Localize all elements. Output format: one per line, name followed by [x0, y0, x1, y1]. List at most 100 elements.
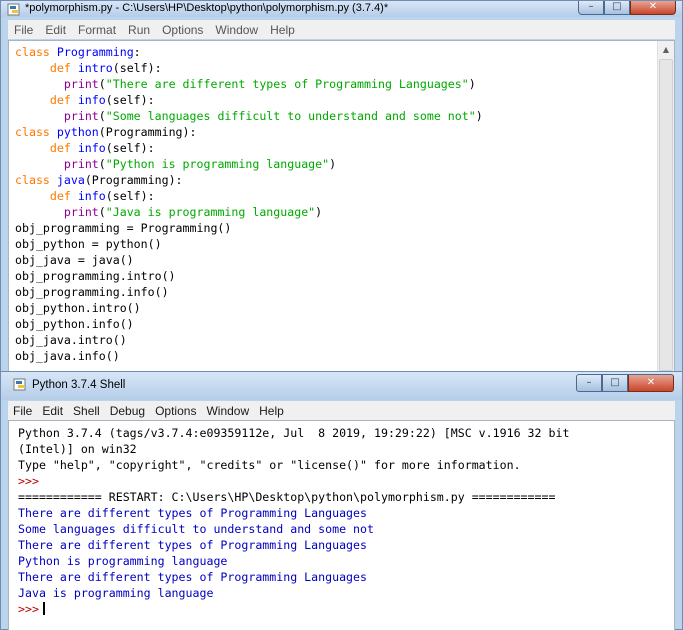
python-idle-icon: [13, 378, 26, 391]
code-line: def info(self):: [15, 92, 483, 108]
code-token: Type "help", "copyright", "credits" or "…: [18, 458, 521, 472]
code-token: print: [63, 77, 99, 91]
code-token: Programming: [56, 45, 134, 59]
code-line: def info(self):: [15, 188, 483, 204]
scrollbar-thumb[interactable]: [659, 59, 673, 371]
editor-titlebar[interactable]: *polymorphism.py - C:\Users\HP\Desktop\p…: [1, 1, 682, 17]
code-token: (: [98, 205, 106, 219]
code-token: def: [49, 61, 78, 75]
shell-menubar: File Edit Shell Debug Options Window Help: [8, 401, 675, 420]
code-token: class: [15, 125, 57, 139]
code-token: obj_programming = Programming(): [15, 221, 232, 235]
scroll-up-arrow-icon[interactable]: ▲: [658, 42, 674, 58]
editor-window: *polymorphism.py - C:\Users\HP\Desktop\p…: [0, 0, 683, 373]
shell-line: (Intel)] on win32: [18, 441, 569, 457]
code-token: print: [63, 109, 99, 123]
shell-menu-file[interactable]: File: [8, 404, 37, 418]
code-token: intro: [77, 61, 113, 75]
shell-line: There are different types of Programming…: [18, 537, 569, 553]
code-token: obj_programming.info(): [15, 285, 169, 299]
code-line: obj_programming = Programming(): [15, 220, 483, 236]
code-token: :: [133, 45, 141, 59]
code-token: print: [63, 205, 99, 219]
minimize-button[interactable]: –: [578, 1, 604, 15]
code-token: (Programming):: [84, 173, 183, 187]
code-token: ============ RESTART: C:\Users\HP\Deskto…: [18, 490, 556, 504]
code-line: obj_programming.info(): [15, 284, 483, 300]
code-line: print("There are different types of Prog…: [15, 76, 483, 92]
code-line: print("Python is programming language"): [15, 156, 483, 172]
text-cursor: [42, 602, 45, 615]
code-line: obj_python.info(): [15, 316, 483, 332]
shell-text-area[interactable]: Python 3.7.4 (tags/v3.7.4:e09359112e, Ju…: [8, 420, 675, 630]
close-button[interactable]: ✕: [628, 374, 674, 392]
code-token: >>>: [18, 474, 39, 488]
editor-vertical-scrollbar[interactable]: ▲: [657, 41, 674, 372]
code-token: obj_programming.intro(): [15, 269, 176, 283]
code-line: obj_python = python(): [15, 236, 483, 252]
code-token: (Intel)] on win32: [18, 442, 137, 456]
editor-code[interactable]: class Programming: def intro(self): prin…: [15, 44, 483, 364]
shell-line: Java is programming language: [18, 585, 569, 601]
editor-text-area[interactable]: class Programming: def intro(self): prin…: [8, 40, 675, 373]
shell-titlebar[interactable]: Python 3.7.4 Shell – □ ✕: [1, 372, 682, 400]
shell-menu-window[interactable]: Window: [201, 404, 254, 418]
shell-menu-options[interactable]: Options: [150, 404, 201, 418]
editor-window-title: *polymorphism.py - C:\Users\HP\Desktop\p…: [25, 2, 389, 14]
shell-window: Python 3.7.4 Shell – □ ✕ File Edit Shell De…: [0, 371, 683, 630]
python-idle-icon: [7, 3, 20, 16]
code-token: ): [475, 109, 483, 123]
code-token: obj_python.info(): [15, 317, 134, 331]
code-line: class Programming:: [15, 44, 483, 60]
code-token: class: [15, 173, 57, 187]
code-token: Java is programming language: [18, 586, 214, 600]
editor-menu-file[interactable]: File: [8, 23, 39, 37]
code-token: obj_python.intro(): [15, 301, 141, 315]
code-line: def info(self):: [15, 140, 483, 156]
code-token: "There are different types of Programmin…: [105, 77, 469, 91]
code-token: "Java is programming language": [105, 205, 316, 219]
minimize-button[interactable]: –: [576, 374, 602, 392]
maximize-button[interactable]: □: [604, 1, 630, 15]
editor-menu-format[interactable]: Format: [72, 23, 122, 37]
shell-line: Python is programming language: [18, 553, 569, 569]
shell-output[interactable]: Python 3.7.4 (tags/v3.7.4:e09359112e, Ju…: [18, 425, 569, 617]
code-token: def: [49, 93, 78, 107]
editor-menu-run[interactable]: Run: [122, 23, 156, 37]
code-token: obj_java = java(): [15, 253, 134, 267]
shell-line: There are different types of Programming…: [18, 505, 569, 521]
maximize-button[interactable]: □: [602, 374, 628, 392]
editor-caption-buttons: – □ ✕: [578, 1, 676, 15]
editor-menu-edit[interactable]: Edit: [39, 23, 72, 37]
code-line: obj_python.intro(): [15, 300, 483, 316]
editor-menubar: File Edit Format Run Options Window Help: [8, 20, 675, 39]
shell-menu-help[interactable]: Help: [254, 404, 289, 418]
shell-menu-edit[interactable]: Edit: [37, 404, 68, 418]
code-token: ): [468, 77, 476, 91]
code-token: info: [77, 93, 106, 107]
code-token: info: [77, 141, 106, 155]
code-token: obj_java.info(): [15, 349, 120, 363]
code-token: There are different types of Programming…: [18, 506, 368, 520]
code-token: (: [98, 109, 106, 123]
editor-menu-help[interactable]: Help: [264, 23, 301, 37]
code-token: info: [77, 189, 106, 203]
shell-menu-debug[interactable]: Debug: [105, 404, 150, 418]
code-line: obj_java = java(): [15, 252, 483, 268]
editor-menu-window[interactable]: Window: [209, 23, 264, 37]
editor-menu-options[interactable]: Options: [156, 23, 209, 37]
code-token: (Programming):: [98, 125, 197, 139]
shell-prompt-line[interactable]: >>>: [18, 601, 569, 617]
shell-menu-shell[interactable]: Shell: [68, 404, 105, 418]
code-line: obj_programming.intro(): [15, 268, 483, 284]
code-token: (: [98, 157, 106, 171]
code-token: obj_java.intro(): [15, 333, 127, 347]
code-token: class: [15, 45, 57, 59]
code-token: python: [56, 125, 99, 139]
close-button[interactable]: ✕: [630, 1, 676, 15]
